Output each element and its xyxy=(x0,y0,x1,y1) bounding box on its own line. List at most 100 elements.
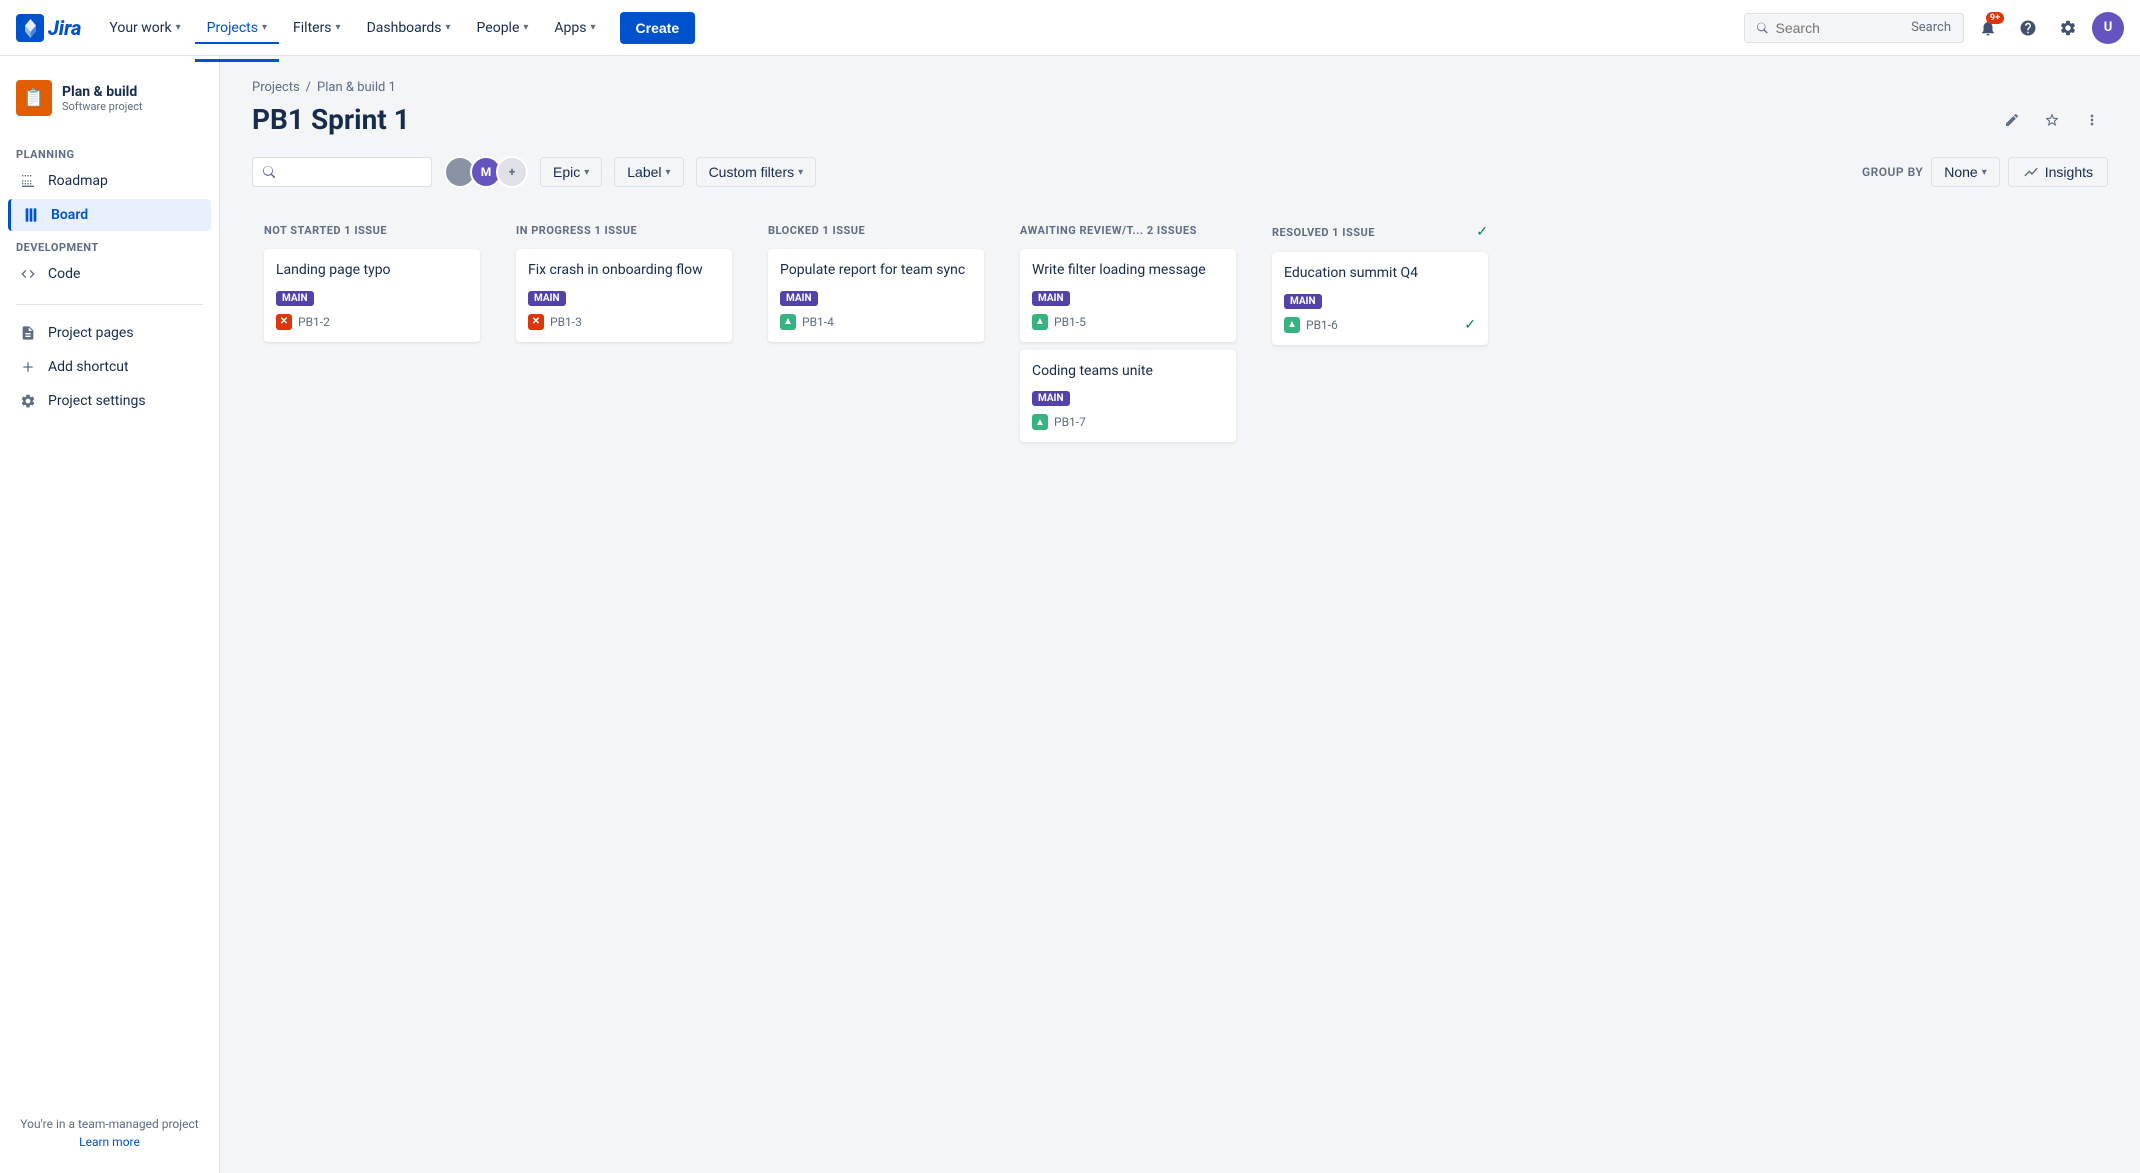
card-PB1-3[interactable]: Fix crash in onboarding flowMAIN✕PB1-3 xyxy=(516,249,732,342)
card-issue-id-PB1-5: PB1-5 xyxy=(1054,315,1086,329)
search-input[interactable] xyxy=(1776,20,1904,36)
roadmap-label: Roadmap xyxy=(48,173,108,189)
insights-button[interactable]: Insights xyxy=(2008,157,2108,187)
filter-right: GROUP BY None ▾ Insights xyxy=(1862,157,2108,187)
card-title-PB1-3: Fix crash in onboarding flow xyxy=(528,261,720,281)
search-bar[interactable]: Search xyxy=(1744,13,1964,43)
help-button[interactable] xyxy=(2012,12,2044,44)
card-meta-PB1-3: ✕PB1-3 xyxy=(528,314,720,330)
breadcrumb-projects[interactable]: Projects xyxy=(252,80,300,95)
project-icon: 📋 xyxy=(16,80,52,116)
board-search[interactable] xyxy=(252,157,432,187)
card-meta-PB1-7: ▲PB1-7 xyxy=(1032,414,1224,430)
card-meta-PB1-4: ▲PB1-4 xyxy=(780,314,972,330)
star-icon xyxy=(2044,112,2060,128)
card-PB1-5[interactable]: Write filter loading messageMAIN▲PB1-5 xyxy=(1020,249,1236,342)
breadcrumb-separator: / xyxy=(306,80,311,95)
nav-people[interactable]: People▾ xyxy=(465,12,541,44)
epic-filter-button[interactable]: Epic ▾ xyxy=(540,157,602,187)
nav-apps[interactable]: Apps▾ xyxy=(542,12,607,44)
member-avatars: M + xyxy=(444,156,528,188)
learn-more-link[interactable]: Learn more xyxy=(16,1135,203,1149)
breadcrumb-project[interactable]: Plan & build 1 xyxy=(317,80,396,95)
card-epic-PB1-7: MAIN xyxy=(1032,391,1070,406)
custom-filters-chevron-icon: ▾ xyxy=(798,167,803,178)
project-name: Plan & build xyxy=(62,84,143,100)
card-PB1-6[interactable]: Education summit Q4MAIN▲PB1-6✓ xyxy=(1272,252,1488,345)
board-column-in-progress: IN PROGRESS 1 ISSUE Fix crash in onboardi… xyxy=(504,212,744,362)
sidebar-item-project-settings[interactable]: Project settings xyxy=(8,385,211,417)
card-meta-PB1-6: ▲PB1-6✓ xyxy=(1284,317,1476,333)
card-type-icon-PB1-3: ✕ xyxy=(528,314,544,330)
search-placeholder-text: Search xyxy=(1911,20,1951,35)
group-by-button[interactable]: None ▾ xyxy=(1931,157,2000,187)
user-avatar[interactable]: U xyxy=(2092,12,2124,44)
label-chevron-icon: ▾ xyxy=(666,167,671,178)
pencil-icon xyxy=(2004,112,2020,128)
help-icon xyxy=(2019,19,2037,37)
roadmap-icon xyxy=(18,173,38,189)
sidebar-item-add-shortcut[interactable]: Add shortcut xyxy=(8,351,211,383)
jira-logo[interactable]: Jira xyxy=(16,14,81,42)
create-button[interactable]: Create xyxy=(620,12,696,44)
planning-section-label: PLANNING xyxy=(8,140,211,165)
settings-button[interactable] xyxy=(2052,12,2084,44)
board-search-icon xyxy=(263,165,275,179)
topnav-navigation: Your work▾ Projects▾ Filters▾ Dashboards… xyxy=(97,12,607,44)
main-content: Projects / Plan & build 1 PB1 Sprint 1 xyxy=(220,56,2140,1173)
card-PB1-7[interactable]: Coding teams uniteMAIN▲PB1-7 xyxy=(1020,350,1236,443)
star-button[interactable] xyxy=(2036,104,2068,136)
avatar-add[interactable]: + xyxy=(496,156,528,188)
sidebar-bottom: You're in a team-managed project Learn m… xyxy=(8,1109,211,1157)
project-info: Plan & build Software project xyxy=(62,84,143,113)
project-settings-label: Project settings xyxy=(48,393,146,409)
notifications-button[interactable]: 9+ xyxy=(1972,12,2004,44)
board-column-blocked: BLOCKED 1 ISSUE Populate report for team … xyxy=(756,212,996,362)
code-label: Code xyxy=(48,266,80,282)
nav-dashboards[interactable]: Dashboards▾ xyxy=(355,12,463,44)
column-check-icon-resolved: ✓ xyxy=(1476,224,1488,240)
group-by-value: None xyxy=(1944,164,1977,180)
board-search-input[interactable] xyxy=(283,164,421,180)
label-filter-button[interactable]: Label ▾ xyxy=(614,157,683,187)
card-type-icon-PB1-5: ▲ xyxy=(1032,314,1048,330)
card-epic-PB1-4: MAIN xyxy=(780,291,818,306)
topnav-right: Search 9+ U xyxy=(1744,12,2124,44)
card-type-icon-PB1-7: ▲ xyxy=(1032,414,1048,430)
group-by-chevron-icon: ▾ xyxy=(1982,167,1987,178)
breadcrumb: Projects / Plan & build 1 xyxy=(252,80,2108,95)
settings-icon xyxy=(18,393,38,409)
edit-button[interactable] xyxy=(1996,104,2028,136)
sidebar-item-board[interactable]: Board xyxy=(8,199,211,231)
gear-icon xyxy=(2059,19,2077,37)
sidebar-item-roadmap[interactable]: Roadmap xyxy=(8,165,211,197)
board-column-awaiting-review: AWAITING REVIEW/T... 2 ISSUESWrite filte… xyxy=(1008,212,1248,462)
card-PB1-2[interactable]: Landing page typoMAIN✕PB1-2 xyxy=(264,249,480,342)
add-shortcut-label: Add shortcut xyxy=(48,359,129,375)
nav-filters[interactable]: Filters▾ xyxy=(281,12,353,44)
column-title-resolved: RESOLVED 1 ISSUE xyxy=(1272,226,1375,239)
column-header-in-progress: IN PROGRESS 1 ISSUE xyxy=(516,224,732,237)
epic-chevron-icon: ▾ xyxy=(584,167,589,178)
card-PB1-4[interactable]: Populate report for team sync MAIN ▲PB1-4 xyxy=(768,249,984,342)
jira-wordmark: Jira xyxy=(48,16,81,40)
column-title-not-started: NOT STARTED 1 ISSUE xyxy=(264,224,387,237)
more-options-button[interactable] xyxy=(2076,104,2108,136)
nav-your-work[interactable]: Your work▾ xyxy=(97,12,192,44)
card-title-PB1-4: Populate report for team sync xyxy=(780,261,972,281)
sidebar-item-code[interactable]: Code xyxy=(8,258,211,290)
card-resolved-icon-PB1-6: ✓ xyxy=(1464,317,1476,333)
column-header-resolved: RESOLVED 1 ISSUE ✓ xyxy=(1272,224,1488,240)
sidebar-item-project-pages[interactable]: Project pages xyxy=(8,317,211,349)
card-type-icon-PB1-2: ✕ xyxy=(276,314,292,330)
card-issue-id-PB1-4: PB1-4 xyxy=(802,315,834,329)
epic-filter-label: Epic xyxy=(553,164,580,180)
insights-icon xyxy=(2023,164,2039,180)
card-epic-PB1-6: MAIN xyxy=(1284,294,1322,309)
nav-projects[interactable]: Projects▾ xyxy=(195,12,279,44)
custom-filters-button[interactable]: Custom filters ▾ xyxy=(696,157,817,187)
sidebar: 📋 Plan & build Software project PLANNING… xyxy=(0,56,220,1173)
board-label: Board xyxy=(51,207,88,223)
project-type: Software project xyxy=(62,100,143,113)
column-title-blocked: BLOCKED 1 ISSUE xyxy=(768,224,865,237)
